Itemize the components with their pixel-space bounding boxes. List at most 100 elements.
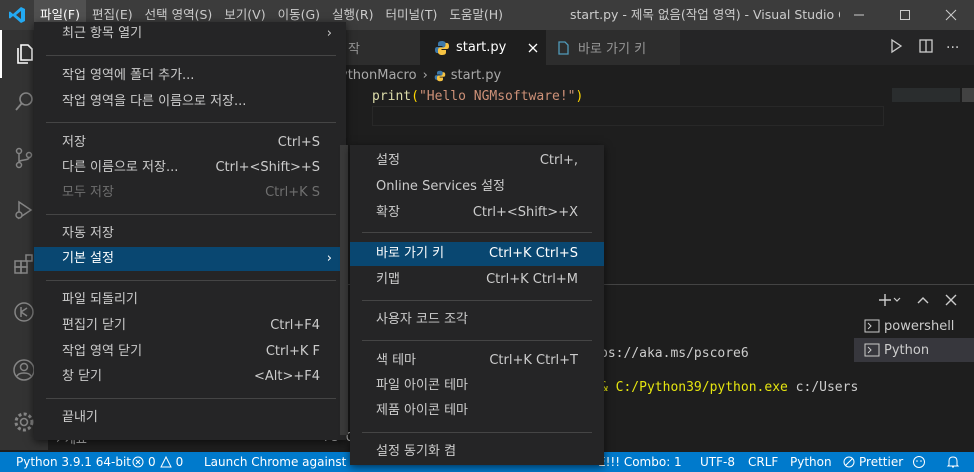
close-window-button[interactable]: [928, 0, 974, 30]
terminal-item-powershell[interactable]: powershell: [854, 314, 974, 338]
menu-item-color-theme[interactable]: 색 테마 Ctrl+K Ctrl+T: [350, 349, 604, 373]
close-tab-icon[interactable]: [528, 43, 538, 53]
terminal-args: c:/Users: [787, 380, 859, 395]
python-file-icon: [435, 40, 449, 55]
menu-item-add-folder[interactable]: 작업 영역에 폴더 추가...: [34, 64, 346, 88]
menu-item-save-all: 모두 저장 Ctrl+K S: [34, 181, 346, 205]
menu-item-save-as[interactable]: 다른 이름으로 저장... Ctrl+<Shift>+S: [34, 156, 346, 180]
menu-item-file-icon-theme[interactable]: 파일 아이콘 테마: [350, 374, 604, 398]
menu-item-label: 모두 저장: [62, 185, 114, 200]
problems-indicator[interactable]: 0 0: [132, 452, 183, 472]
split-editor-button[interactable]: [918, 38, 934, 57]
error-icon: [132, 456, 144, 468]
menu-separator: [46, 122, 336, 123]
menu-item-keyboard-shortcuts[interactable]: 바로 가기 키 Ctrl+K Ctrl+S: [350, 242, 604, 266]
menu-item-label: 저장: [62, 135, 86, 150]
menu-separator: [362, 432, 592, 433]
menu-item-label: 창 닫기: [62, 369, 103, 384]
breadcrumb-folder[interactable]: ythonMacro: [340, 65, 417, 87]
editor-tab-bar: 작 start.py 바로 가기 키 ···: [340, 30, 974, 65]
tab-label: start.py: [456, 40, 507, 55]
menu-item-label: 확장: [376, 205, 400, 220]
launch-config[interactable]: Launch Chrome against lo: [200, 452, 348, 472]
tab-keyboard-shortcuts[interactable]: 바로 가기 키: [546, 30, 680, 65]
menu-terminal[interactable]: 터미널(T): [380, 0, 444, 30]
menu-item-label: 파일 아이콘 테마: [376, 378, 468, 393]
code-function: print: [372, 89, 412, 104]
combo-indicator[interactable]: E!!! Combo: 1: [598, 452, 682, 472]
menu-item-shortcut: Ctrl+<Shift>+S: [215, 160, 320, 175]
menu-item-label: 사용자 코드 조각: [376, 312, 468, 327]
menu-item-product-icon-theme[interactable]: 제품 아이콘 테마: [350, 399, 604, 423]
terminal-exe-path: C:/Python39/python.exe: [615, 380, 788, 395]
tab-partial[interactable]: 작: [340, 30, 420, 65]
menu-item-label: 자동 저장: [62, 226, 114, 241]
warning-icon: [159, 456, 172, 468]
menu-item-settings-sync[interactable]: 설정 동기화 켬: [350, 440, 604, 464]
menu-item-label: 제품 아이콘 테마: [376, 403, 468, 418]
menu-item-online-services[interactable]: Online Services 설정: [350, 175, 604, 199]
document-icon: [558, 40, 569, 55]
run-debug-icon: [15, 200, 33, 220]
prettier-icon: [843, 456, 855, 468]
close-panel-icon[interactable]: [944, 293, 958, 307]
new-terminal-button[interactable]: [878, 293, 902, 307]
terminal-line-1: ps://aka.ms/pscore6: [600, 346, 749, 361]
prettier-status[interactable]: Prettier: [843, 452, 903, 472]
menu-item-label: 기본 설정: [62, 251, 114, 266]
menu-item-close-workspace[interactable]: 작업 영역 닫기 Ctrl+K F: [34, 340, 346, 364]
more-actions-button[interactable]: ···: [946, 41, 959, 55]
more-icon: ···: [946, 40, 960, 56]
code-line[interactable]: print("Hello NGMsoftware!"): [372, 88, 583, 106]
breadcrumb-file[interactable]: start.py: [451, 65, 501, 87]
menu-item-label: Online Services 설정: [376, 179, 505, 194]
tab-start-py[interactable]: start.py: [420, 30, 546, 65]
account-icon: [13, 359, 35, 381]
menu-item-save[interactable]: 저장 Ctrl+S: [34, 131, 346, 155]
run-python-file-button[interactable]: [888, 38, 904, 57]
menu-scrollbar[interactable]: [340, 145, 348, 435]
menu-help[interactable]: 도움말(H): [443, 0, 509, 30]
menu-item-shortcut: Ctrl+<Shift>+X: [472, 205, 578, 220]
menu-item-shortcut: Ctrl+S: [277, 135, 320, 150]
feedback-button[interactable]: [912, 452, 926, 472]
menu-item-shortcut: Ctrl+K Ctrl+T: [489, 353, 578, 368]
menu-item-label: 작업 영역을 다른 이름으로 저장...: [62, 94, 247, 109]
play-icon: [891, 38, 903, 54]
chevron-right-icon: ›: [326, 251, 332, 266]
encoding[interactable]: UTF-8: [700, 452, 735, 472]
menu-item-shortcut: Ctrl+F4: [270, 318, 320, 333]
menu-item-revert-file[interactable]: 파일 되돌리기: [34, 288, 346, 312]
terminal-icon: [864, 319, 880, 333]
menu-item-close-editor[interactable]: 편집기 닫기 Ctrl+F4: [34, 314, 346, 338]
maximize-button[interactable]: [882, 0, 928, 30]
plus-icon: [879, 294, 891, 306]
minimize-button[interactable]: [836, 0, 882, 30]
terminal-item-label: Python: [884, 342, 930, 358]
menu-item-keymaps[interactable]: 키맵 Ctrl+K Ctrl+M: [350, 268, 604, 292]
menu-item-open-recent[interactable]: 최근 항목 열기 ›: [34, 24, 346, 44]
menu-item-close-window[interactable]: 창 닫기 <Alt>+F4: [34, 365, 346, 389]
menu-item-user-snippets[interactable]: 사용자 코드 조각: [350, 308, 604, 332]
close-icon: [945, 9, 957, 21]
terminal-line-2: & C:/Python39/python.exe c:/Users: [600, 380, 858, 395]
error-count: 0: [148, 455, 156, 469]
menu-item-extensions[interactable]: 확장 Ctrl+<Shift>+X: [350, 201, 604, 225]
split-editor-icon: [919, 39, 933, 53]
chevron-up-icon[interactable]: [916, 293, 930, 307]
menu-item-exit[interactable]: 끝내기: [34, 406, 346, 430]
menu-item-save-workspace-as[interactable]: 작업 영역을 다른 이름으로 저장...: [34, 90, 346, 114]
minimap[interactable]: [892, 88, 960, 102]
language-mode[interactable]: Python: [790, 452, 832, 472]
terminal-item-python[interactable]: Python: [854, 338, 974, 362]
python-interpreter[interactable]: Python 3.9.1 64-bit: [16, 452, 131, 472]
menu-item-label: 설정: [376, 153, 400, 168]
editor-scrollbar[interactable]: [962, 88, 974, 102]
menu-item-shortcut: Ctrl+,: [539, 153, 578, 168]
end-of-line[interactable]: CRLF: [748, 452, 778, 472]
menu-item-preferences[interactable]: 기본 설정 ›: [34, 247, 346, 271]
notifications-button[interactable]: [946, 452, 960, 472]
menu-item-settings[interactable]: 설정 Ctrl+,: [350, 149, 604, 173]
menu-item-auto-save[interactable]: 자동 저장: [34, 222, 346, 246]
tab-label: 바로 가기 키: [578, 42, 647, 57]
